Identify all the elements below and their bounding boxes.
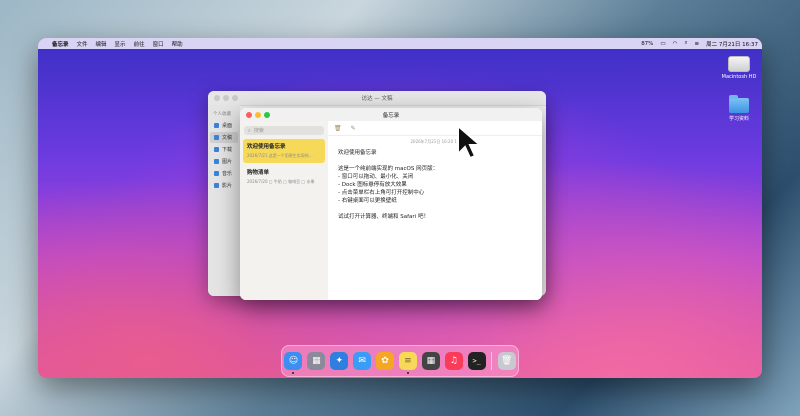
menu-file[interactable]: 文件	[77, 40, 88, 48]
dock-glyph: ▦	[312, 356, 321, 366]
document-icon	[214, 135, 219, 140]
search-icon: ⌕	[248, 127, 251, 134]
sidebar-item-label: 下载	[222, 147, 233, 153]
menu-extras: 87% ▭ ◠ ⌕ ≡ 周二 7月21日 16:37	[634, 40, 758, 48]
dock-glyph: ☺	[288, 356, 299, 366]
note-line: - 窗口可以拖动、最小化、关闭	[338, 174, 414, 180]
dock-notes-icon[interactable]: ≡	[399, 352, 417, 374]
battery-percent[interactable]: 87%	[641, 41, 653, 47]
sidebar-section-header: 个人收藏	[213, 112, 231, 117]
search-field[interactable]: ⌕ 搜索	[244, 126, 324, 135]
sidebar-item-pictures[interactable]: 图片	[210, 156, 238, 167]
notes-window[interactable]: 备忘录 ⌕ 搜索 欢迎使用备忘录 2026/7/21 这是一个用原生实现的… 购…	[240, 108, 542, 300]
menu-go[interactable]: 前往	[134, 40, 145, 48]
menu-bar: 备忘录 文件 编辑 显示 前往 窗口 帮助 87% ▭ ◠ ⌕ ≡ 周二 7月2…	[38, 38, 762, 49]
note-line: 试试打开计算器、终端和 Safari 吧！	[338, 214, 429, 220]
note-line: - 右键桌面可以更换壁纸	[338, 198, 397, 204]
dock-glyph: ▦	[426, 356, 436, 366]
picture-icon	[214, 159, 219, 164]
desktop-icon-study-folder[interactable]: 学习资料	[719, 95, 759, 122]
download-icon	[214, 147, 219, 152]
desktop-icon-macintosh-hd[interactable]: Macintosh HD	[719, 56, 759, 80]
desktop-icon-label: 学习资料	[728, 116, 749, 122]
sidebar-item-label: 图片	[222, 159, 233, 165]
dock-glyph: 🗑	[500, 356, 513, 366]
note-line: - Dock 图标悬停有放大效果	[338, 182, 407, 188]
dock-trash-icon[interactable]: 🗑	[497, 352, 516, 370]
clock[interactable]: 周二 7月21日 16:37	[706, 40, 758, 48]
menu-window[interactable]: 窗口	[153, 40, 164, 48]
dock-finder-icon[interactable]: ☺	[284, 352, 303, 374]
dock-separator	[491, 352, 493, 370]
hard-drive-icon	[728, 56, 750, 72]
dock-safari-icon[interactable]: ✦	[330, 352, 349, 370]
dock-glyph: >_	[472, 357, 481, 365]
wifi-icon[interactable]: ◠	[673, 41, 678, 47]
battery-icon[interactable]: ▭	[660, 41, 665, 47]
music-icon	[214, 171, 219, 176]
sidebar-item-downloads[interactable]: 下载	[210, 144, 238, 155]
note-title: 购物清单	[247, 170, 270, 176]
note-line: - 点击菜单栏右上角可打开控制中心	[338, 190, 425, 196]
sidebar-item-desktop[interactable]: 桌面	[210, 120, 238, 131]
note-editor[interactable]: 🗑 ✎ 2026年7月21日 16:20 16 欢迎使用备忘录 这是一个纯前端实…	[328, 121, 542, 300]
sidebar-item-label: 音乐	[222, 171, 233, 177]
folder-icon	[729, 95, 749, 113]
note-list-item[interactable]: 欢迎使用备忘录 2026/7/21 这是一个用原生实现的…	[243, 139, 325, 163]
dock: ☺ ▦ ✦ ✉ ✿ ≡ ▦ ♫ >_ 🗑	[281, 345, 519, 377]
running-indicator	[292, 372, 295, 374]
movie-icon	[214, 183, 219, 188]
sidebar-item-label: 影片	[222, 183, 233, 189]
dock-music-icon[interactable]: ♫	[444, 352, 463, 370]
menu-app-name[interactable]: 备忘录	[52, 40, 69, 48]
dock-mail-icon[interactable]: ✉	[353, 352, 372, 370]
desktop-icon-label: Macintosh HD	[721, 74, 757, 80]
notes-titlebar[interactable]: 备忘录	[240, 108, 542, 122]
running-indicator	[407, 372, 409, 374]
finder-titlebar[interactable]: 访达 — 文稿	[208, 91, 546, 106]
note-line: 欢迎使用备忘录	[338, 150, 377, 156]
sidebar-item-documents[interactable]: 文稿	[210, 132, 238, 143]
menu-edit[interactable]: 编辑	[96, 40, 107, 48]
dock-launchpad-icon[interactable]: ▦	[307, 352, 326, 370]
menu-help[interactable]: 帮助	[172, 40, 183, 48]
dock-glyph: ✿	[381, 356, 389, 366]
notes-list: ⌕ 搜索 欢迎使用备忘录 2026/7/21 这是一个用原生实现的… 购物清单 …	[240, 121, 329, 300]
sidebar-item-movies[interactable]: 影片	[210, 180, 238, 191]
finder-sidebar: 个人收藏 桌面 文稿 下载 图片 音乐 影片	[208, 105, 240, 296]
note-title: 欢迎使用备忘录	[247, 144, 286, 150]
dock-photos-icon[interactable]: ✿	[376, 352, 394, 370]
mouse-pointer-icon	[457, 124, 482, 160]
control-center-icon[interactable]: ≡	[695, 41, 700, 47]
finder-title: 访达 — 文稿	[361, 96, 393, 102]
search-placeholder: 搜索	[253, 128, 264, 134]
sidebar-item-label: 桌面	[222, 123, 233, 129]
editor-toolbar: 🗑 ✎	[328, 121, 542, 136]
note-meta: 2026/7/21 这是一个用原生实现的…	[247, 153, 313, 158]
dock-glyph: ✦	[335, 356, 343, 366]
compose-icon[interactable]: ✎	[351, 125, 356, 132]
notes-title: 备忘录	[382, 113, 400, 119]
dock-glyph: ♫	[449, 356, 458, 366]
sidebar-item-music[interactable]: 音乐	[210, 168, 238, 179]
menu-view[interactable]: 显示	[115, 40, 126, 48]
dock-terminal-icon[interactable]: >_	[467, 352, 486, 370]
search-icon[interactable]: ⌕	[684, 40, 687, 47]
note-line: 这是一个纯前端实现的 macOS 网页版：	[338, 166, 439, 172]
note-line	[338, 205, 532, 213]
note-list-item[interactable]: 购物清单 2026/7/20 □ 牛奶 □ 咖啡豆 □ 水果	[243, 165, 325, 189]
dock-glyph: ≡	[404, 356, 412, 366]
dock-glyph: ✉	[358, 356, 366, 366]
sidebar-item-label: 文稿	[222, 135, 233, 141]
note-body[interactable]: 欢迎使用备忘录 这是一个纯前端实现的 macOS 网页版： - 窗口可以拖动、最…	[328, 145, 542, 225]
note-meta: 2026/7/20 □ 牛奶 □ 咖啡豆 □ 水果	[247, 179, 315, 184]
dock-calculator-icon[interactable]: ▦	[421, 352, 440, 370]
note-line	[338, 157, 532, 165]
desktop[interactable]: 备忘录 文件 编辑 显示 前往 窗口 帮助 87% ▭ ◠ ⌕ ≡ 周二 7月2…	[38, 38, 762, 378]
desktop-icon	[214, 123, 219, 128]
trash-icon[interactable]: 🗑	[334, 125, 342, 132]
